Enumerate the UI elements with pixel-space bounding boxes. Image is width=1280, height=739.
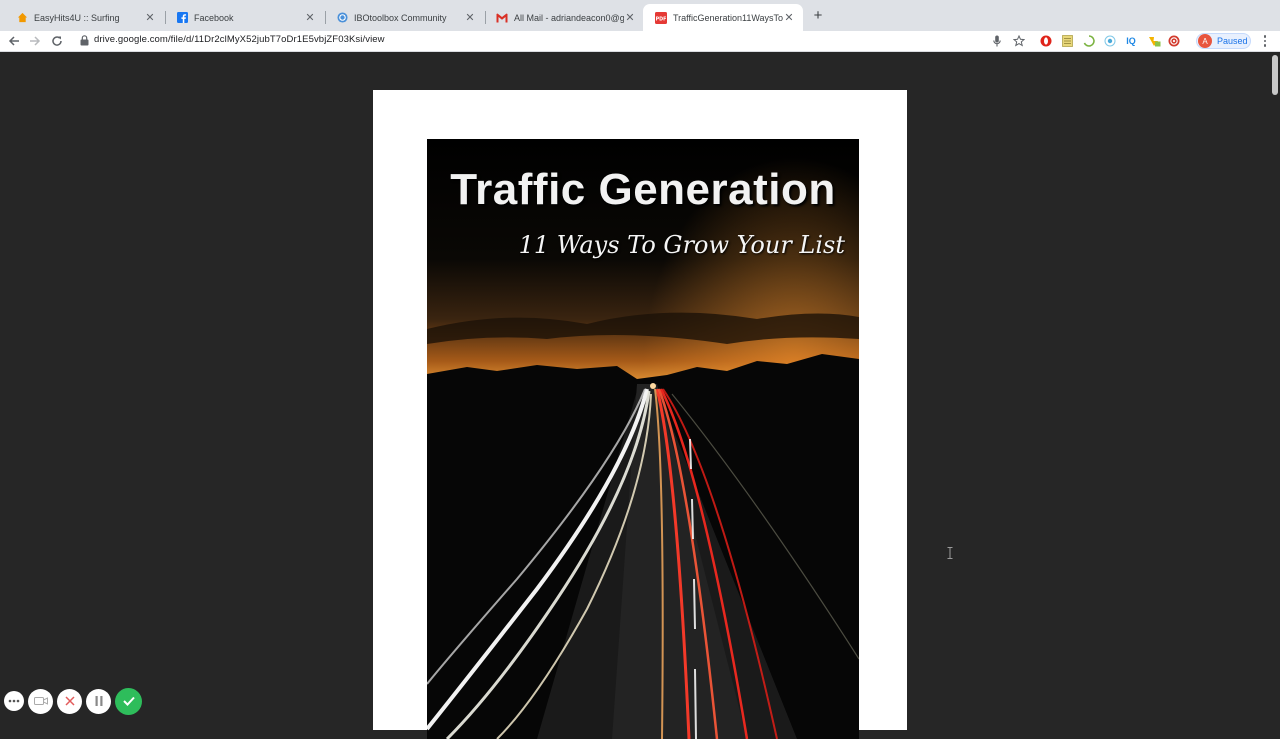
new-tab-button[interactable]: + bbox=[810, 7, 826, 25]
facebook-icon bbox=[176, 12, 188, 24]
viewer-scrollbar[interactable] bbox=[1270, 53, 1280, 720]
tab-title: Facebook bbox=[194, 12, 234, 23]
document-page: Traffic Generation 11 Ways To Grow Your … bbox=[373, 90, 907, 739]
ibotoolbox-icon bbox=[336, 12, 348, 24]
tab-title: TrafficGeneration11WaysToGr bbox=[673, 12, 783, 23]
recorder-pause-button[interactable] bbox=[86, 688, 111, 714]
star-icon[interactable] bbox=[1011, 33, 1027, 49]
tab-title: EasyHits4U :: Surfing bbox=[34, 12, 120, 23]
arrow-left-icon bbox=[8, 36, 19, 46]
profile-button[interactable]: A Paused bbox=[1196, 33, 1251, 49]
dot-icon bbox=[1263, 44, 1267, 47]
puzzle-icon[interactable] bbox=[1146, 33, 1162, 49]
pdf-icon: PDF bbox=[655, 11, 667, 24]
close-icon[interactable]: ✕ bbox=[464, 11, 476, 24]
target-icon[interactable] bbox=[1102, 33, 1118, 49]
recorder-done-button[interactable] bbox=[115, 687, 142, 715]
cover-image: Traffic Generation 11 Ways To Grow Your … bbox=[427, 139, 859, 739]
camera-off-icon bbox=[33, 697, 48, 705]
tab-traffic-generation[interactable]: PDF TrafficGeneration11WaysToGr ✕ bbox=[643, 4, 803, 31]
tab-ibotoolbox[interactable]: IBOtoolbox Community ✕ bbox=[324, 4, 484, 31]
checkmark-icon bbox=[122, 696, 135, 706]
ublock-icon[interactable] bbox=[1166, 33, 1182, 49]
tab-strip: EasyHits4U :: Surfing ✕ Facebook ✕ IBOto… bbox=[0, 0, 1280, 31]
opera-icon[interactable] bbox=[1038, 33, 1054, 49]
cover-subtitle: 11 Ways To Grow Your List bbox=[518, 231, 845, 259]
pause-icon bbox=[95, 696, 102, 706]
tab-gmail[interactable]: All Mail - adriandeacon0@gma ✕ bbox=[484, 4, 644, 31]
address-bar[interactable]: drive.google.com/file/d/11Dr2clMyX52jubT… bbox=[94, 34, 385, 45]
cover-title: Traffic Generation bbox=[450, 165, 836, 214]
scrollbar-thumb[interactable] bbox=[1272, 55, 1278, 95]
recorder-camera-button[interactable] bbox=[28, 688, 53, 714]
lock-icon bbox=[80, 35, 89, 46]
arrow-right-icon bbox=[30, 36, 41, 46]
iq-icon[interactable]: IQ bbox=[1123, 33, 1139, 49]
more-icon bbox=[8, 699, 20, 703]
profile-status: Paused bbox=[1217, 36, 1248, 46]
svg-text:PDF: PDF bbox=[656, 16, 667, 22]
back-button[interactable] bbox=[5, 32, 23, 50]
browser-menu-button[interactable] bbox=[1259, 33, 1271, 49]
tab-title: IBOtoolbox Community bbox=[354, 12, 447, 23]
reload-icon bbox=[52, 36, 62, 46]
reload-button[interactable] bbox=[48, 32, 66, 50]
dot-icon bbox=[1263, 39, 1267, 43]
browser-toolbar: drive.google.com/file/d/11Dr2clMyX52jubT… bbox=[0, 31, 1280, 52]
forward-button[interactable] bbox=[26, 32, 44, 50]
close-icon[interactable]: ✕ bbox=[624, 11, 636, 24]
house-icon bbox=[16, 12, 28, 24]
text-cursor-icon bbox=[947, 547, 953, 559]
loading-icon[interactable] bbox=[1081, 33, 1097, 49]
tab-title: All Mail - adriandeacon0@gma bbox=[514, 12, 624, 23]
recorder-cancel-button[interactable] bbox=[57, 688, 82, 714]
close-icon bbox=[64, 696, 75, 706]
microphone-icon[interactable] bbox=[989, 33, 1005, 49]
close-icon[interactable]: ✕ bbox=[144, 11, 156, 24]
recorder-controls bbox=[4, 687, 142, 715]
close-icon[interactable]: ✕ bbox=[304, 11, 316, 24]
tab-facebook[interactable]: Facebook ✕ bbox=[164, 4, 324, 31]
gmail-icon bbox=[496, 12, 508, 24]
avatar: A bbox=[1198, 34, 1212, 48]
dot-icon bbox=[1263, 35, 1267, 38]
notes-icon[interactable] bbox=[1059, 33, 1075, 49]
close-icon[interactable]: ✕ bbox=[783, 11, 795, 24]
tab-easyhits4u[interactable]: EasyHits4U :: Surfing ✕ bbox=[4, 4, 164, 31]
highway-night-image bbox=[427, 139, 859, 739]
recorder-more-button[interactable] bbox=[4, 691, 24, 711]
